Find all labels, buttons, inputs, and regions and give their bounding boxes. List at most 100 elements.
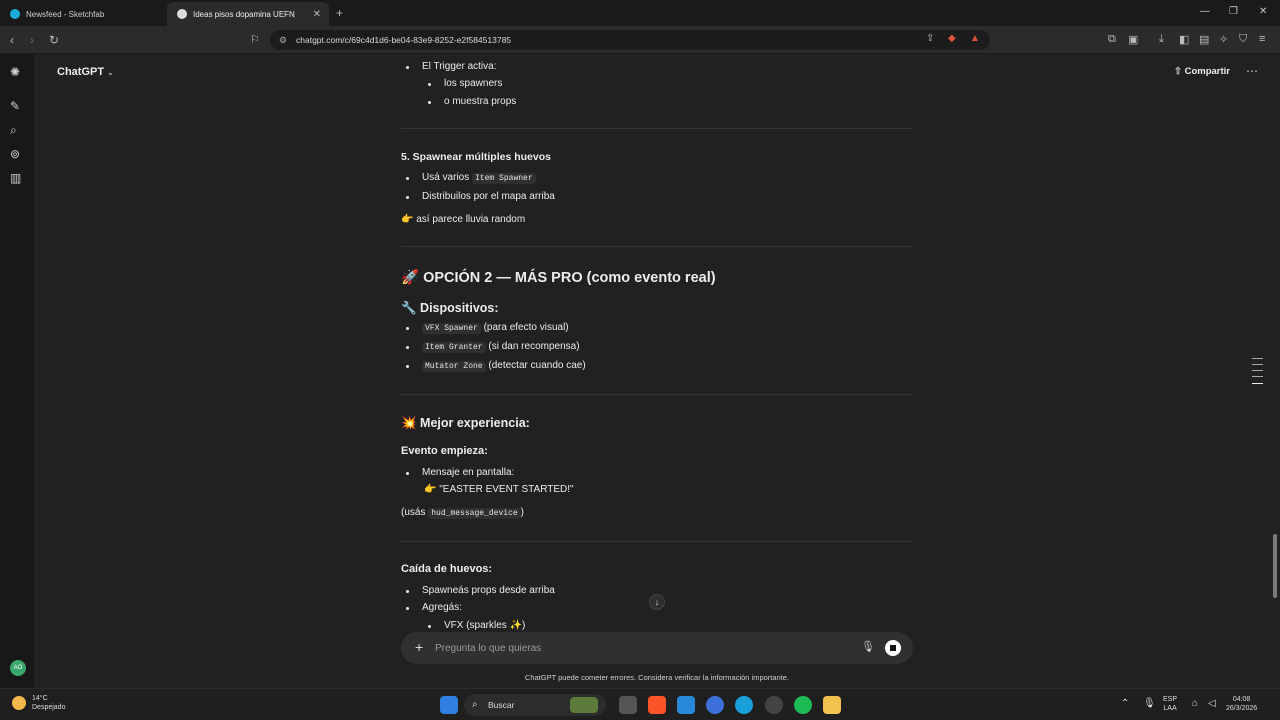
model-selector[interactable]: ChatGPT ⌄ — [57, 66, 114, 78]
model-name: ChatGPT — [57, 66, 105, 78]
chatgpt-sidebar: ✺ ✎ ⌕ ⊚ ▥ AO — [0, 54, 34, 688]
inline-code: Item Granter — [422, 342, 486, 353]
bullet — [428, 83, 431, 86]
edge-icon[interactable] — [735, 696, 753, 714]
list-item: Distribuilos por el mapa arriba — [422, 191, 555, 202]
bookmark-icon[interactable]: ⚐ — [250, 33, 260, 46]
start-icon[interactable] — [440, 696, 458, 714]
brave-rewards-icon[interactable]: ▲ — [970, 33, 980, 44]
bullet — [406, 472, 409, 475]
add-attachment-icon[interactable]: + — [415, 639, 423, 655]
show-hidden-icon[interactable]: ⌃ — [1121, 698, 1129, 709]
close-window-icon[interactable]: ✕ — [1259, 6, 1267, 17]
bullet — [406, 196, 409, 199]
share-button[interactable]: ⇧ Compartir — [1174, 66, 1230, 77]
stop-button[interactable] — [885, 640, 901, 656]
back-icon[interactable]: ‹ — [10, 33, 14, 47]
tab-sketchfab[interactable]: Newsfeed - Sketchfab — [0, 2, 166, 26]
divider — [401, 128, 913, 129]
brave-browser-icon[interactable] — [648, 696, 666, 714]
reload-icon[interactable]: ↻ — [49, 33, 59, 47]
tab-title: Newsfeed - Sketchfab — [26, 9, 105, 19]
address-toolbar: ‹ › ↻ ⚐ ⚙ chatgpt.com/c/69c4d1d6-be04-83… — [0, 26, 1280, 54]
forward-icon[interactable]: › — [30, 33, 34, 47]
steam-icon[interactable] — [765, 696, 783, 714]
brave-shield-icon[interactable]: ◆ — [948, 33, 956, 44]
list-item: VFX (sparkles ✨) — [444, 620, 526, 630]
list-item: Usá varios Item Spawner — [422, 172, 536, 184]
new-tab-icon[interactable]: + — [336, 6, 343, 20]
inline-code: Mutator Zone — [422, 361, 486, 372]
taskbar-search[interactable]: ⌕ Buscar — [464, 694, 606, 716]
prompt-input[interactable] — [435, 638, 835, 658]
minimize-icon[interactable]: — — [1200, 6, 1210, 17]
list-item: El Trigger activa: — [422, 61, 497, 72]
subheading: Caída de huevos: — [401, 563, 493, 575]
outline-mark — [1252, 383, 1263, 384]
list-item: Spawneás props desde arriba — [422, 585, 555, 596]
screenshot-icon[interactable]: ▣ — [1128, 33, 1138, 46]
network-icon[interactable]: ⌂ — [1192, 698, 1198, 709]
text: (detectar cuando cae) — [488, 360, 586, 371]
chatgpt-icon — [177, 9, 187, 19]
spotify-icon[interactable] — [794, 696, 812, 714]
volume-icon[interactable]: ◁ — [1208, 698, 1216, 709]
tab-chatgpt[interactable]: Ideas pisos dopamina UEFN ✕ — [167, 2, 329, 26]
tab-title: Ideas pisos dopamina UEFN — [193, 9, 295, 19]
scrollbar-thumb[interactable] — [1273, 534, 1277, 598]
scroll-down-button[interactable]: ↓ — [649, 594, 665, 610]
text: Usá varios — [422, 172, 470, 183]
search-label: Buscar — [488, 700, 515, 710]
os-taskbar: 14°C Despejado ⌕ Buscar ⌃ 🎙 ESP LAA ⌂ ◁ 04… — [0, 688, 1280, 720]
avatar[interactable]: AO — [10, 660, 26, 676]
list-item: Mensaje en pantalla: — [422, 467, 515, 478]
unreal-icon[interactable] — [706, 696, 724, 714]
inline-code: hud_message_device — [428, 508, 521, 519]
sidebar-toggle-icon[interactable]: ◧ — [1179, 33, 1189, 46]
share-page-icon[interactable]: ⇪ — [926, 33, 934, 44]
list-item: o muestra props — [444, 96, 517, 107]
composer: + 🎙 — [401, 632, 913, 664]
subheading: Evento empieza: — [401, 445, 488, 457]
language-indicator[interactable]: ESP LAA — [1163, 695, 1177, 713]
lang-code: ESP — [1163, 696, 1178, 703]
app-icon[interactable] — [677, 696, 695, 714]
new-chat-icon[interactable]: ✎ — [10, 99, 20, 113]
maximize-icon[interactable]: ❐ — [1229, 6, 1238, 17]
disclaimer: ChatGPT puede cometer errores. Considera… — [524, 673, 790, 682]
clock[interactable]: 04:08 26/3/2026 — [1226, 695, 1257, 713]
task-view-icon[interactable] — [619, 696, 637, 714]
library-icon[interactable]: ▥ — [10, 171, 21, 185]
text: ) — [520, 507, 524, 518]
vpn-icon[interactable]: ⛉ — [1239, 33, 1247, 46]
leo-ai-icon[interactable]: ✧ — [1219, 33, 1228, 46]
share-label: Compartir — [1184, 66, 1231, 77]
browser-tabbar: Newsfeed - Sketchfab Ideas pisos dopamin… — [0, 0, 1280, 26]
bullet — [428, 625, 431, 628]
more-options-icon[interactable]: ⋯ — [1246, 64, 1258, 78]
images-icon[interactable]: ⊚ — [10, 147, 20, 161]
sketchfab-icon — [10, 9, 20, 19]
inline-code: VFX Spawner — [422, 323, 481, 334]
download-icon[interactable]: ⤓ — [1159, 33, 1164, 46]
close-tab-icon[interactable]: ✕ — [313, 9, 321, 20]
weather-icon — [12, 696, 26, 710]
openai-logo-icon[interactable]: ✺ — [10, 65, 20, 79]
site-info-icon[interactable]: ⚙ — [279, 30, 287, 50]
url-field[interactable]: ⚙ chatgpt.com/c/69c4d1d6-be04-83e9-8252-… — [270, 30, 990, 50]
divider — [401, 541, 913, 542]
page-scrollbar[interactable] — [1272, 56, 1278, 688]
url-text: chatgpt.com/c/69c4d1d6-be04-83e9-8252-e2… — [296, 35, 512, 45]
file-explorer-icon[interactable] — [823, 696, 841, 714]
bullet — [406, 327, 409, 330]
outline-mark — [1252, 376, 1263, 377]
menu-icon[interactable]: ≡ — [1259, 33, 1265, 45]
divider — [401, 394, 913, 395]
mic-tray-icon[interactable]: 🎙 — [1143, 698, 1156, 709]
time: 04:08 — [1232, 696, 1251, 703]
search-icon[interactable]: ⌕ — [10, 123, 17, 138]
extensions-icon[interactable]: ⧉ — [1108, 33, 1116, 46]
wallet-icon[interactable]: ▤ — [1199, 33, 1209, 46]
microphone-icon[interactable]: 🎙 — [861, 640, 875, 653]
bullet — [406, 365, 409, 368]
